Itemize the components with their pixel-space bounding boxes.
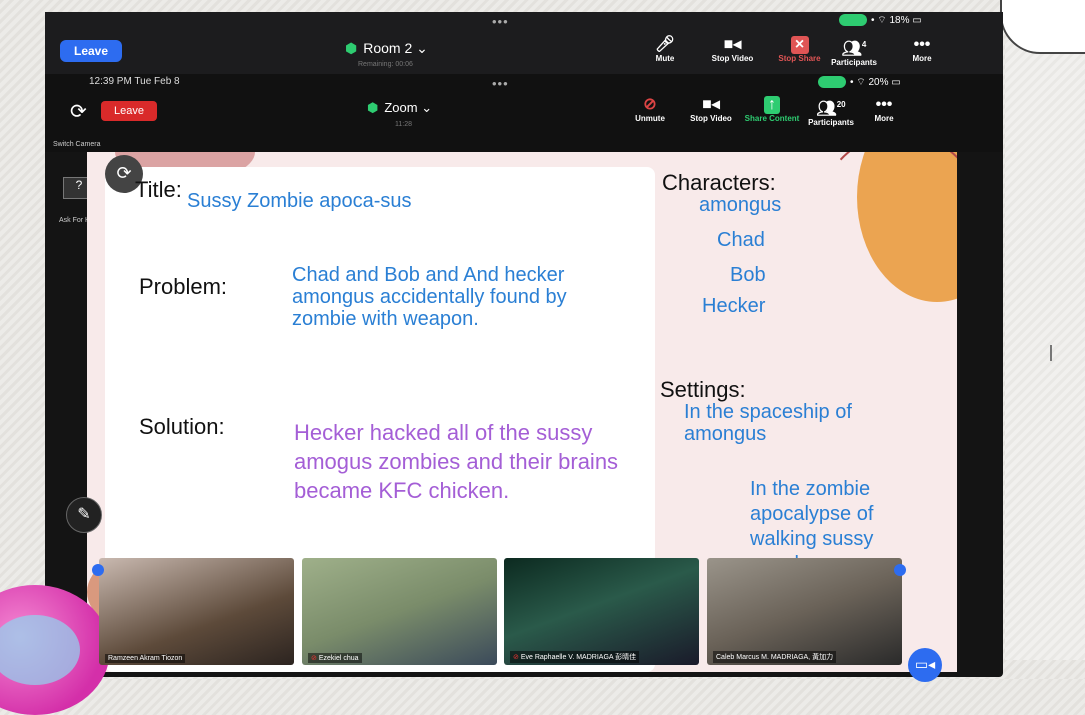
outer-zoom-toolbar: Leave ⬢ Room 2 ⌄ Remaining: 00:06 ••• 🎤︎ M… bbox=[45, 12, 1003, 74]
switch-camera-icon[interactable]: ⟳ bbox=[70, 99, 87, 124]
outer-stop-share-button[interactable]: × Stop Share bbox=[772, 36, 827, 63]
inner-chevron-icon: ⌄ bbox=[421, 100, 433, 115]
room-title[interactable]: ⬢ Room 2 ⌄ bbox=[345, 40, 428, 57]
slide-decoration-line bbox=[813, 152, 957, 326]
meeting-title[interactable]: ⬢ Zoom ⌄ bbox=[367, 100, 432, 116]
outer-mute-button[interactable]: 🎤︎ Mute bbox=[645, 36, 685, 63]
mic-icon: 🎤︎ bbox=[654, 36, 676, 53]
outer-more-button[interactable]: ••• More bbox=[905, 36, 939, 63]
share-up-icon: ↑ bbox=[764, 96, 780, 114]
inner-leave-button[interactable]: Leave bbox=[101, 101, 157, 121]
participant-tile-3[interactable]: ⊘ Eve Raphaelle V. MADRIAGA 彭晴佳 bbox=[504, 558, 699, 665]
more-icon: ••• bbox=[913, 36, 931, 53]
participants-icon: 👥︎4 bbox=[841, 40, 867, 58]
setting-1: In the spaceship of amongus bbox=[684, 401, 852, 445]
inner-shield-icon: ⬢ bbox=[367, 100, 379, 115]
solution-text: Hecker hacked all of the sussy amogus zo… bbox=[294, 420, 619, 503]
mic-muted-icon: ⊘ bbox=[643, 96, 657, 113]
problem-label: Problem: bbox=[139, 274, 228, 299]
story-title: Sussy Zombie apoca-sus bbox=[187, 190, 412, 212]
paper-background bbox=[1005, 40, 1085, 660]
inner-more-dots-icon: ••• bbox=[492, 76, 509, 91]
settings-label: Settings: bbox=[660, 377, 746, 402]
meeting-timer: 11:28 bbox=[395, 121, 412, 128]
participant-strip: Ramzeen Akram Tiozon ⊘ Ezekiel chua ⊘ Ev… bbox=[52, 558, 922, 676]
switch-camera-label: Switch Camera bbox=[53, 141, 101, 148]
inner-more-button[interactable]: ••• More bbox=[869, 96, 899, 123]
inner-zoom-toolbar: 12:39 PM Tue Feb 8 ••• • ⌔ 20% ▭ ⟳ Leave… bbox=[45, 74, 1003, 152]
title-label: Title: bbox=[135, 177, 182, 202]
inner-video-status-pill bbox=[818, 76, 846, 89]
pin-left-icon[interactable] bbox=[92, 564, 104, 576]
participant-tile-1[interactable]: Ramzeen Akram Tiozon bbox=[99, 558, 294, 665]
video-camera-icon: ▭◂ bbox=[914, 656, 936, 672]
inner-video-icon: ■◂ bbox=[702, 96, 720, 113]
outer-participants-button[interactable]: 👥︎4 Participants bbox=[825, 36, 883, 67]
pin-right-icon[interactable] bbox=[894, 564, 906, 576]
chevron-down-icon: ⌄ bbox=[416, 40, 428, 56]
more-dots-icon: ••• bbox=[492, 14, 509, 29]
share-content-button[interactable]: ↑ Share Content bbox=[741, 96, 803, 123]
inner-more-icon: ••• bbox=[875, 96, 893, 113]
participant-name: Ramzeen Akram Tiozon bbox=[105, 654, 186, 663]
share-icon: × bbox=[790, 36, 809, 54]
outer-leave-button[interactable]: Leave bbox=[60, 40, 122, 62]
solution-label: Solution: bbox=[139, 414, 225, 439]
participant-tile-4[interactable]: Caleb Marcus M. MADRIAGA, 黃加力 bbox=[707, 558, 902, 665]
character-1: amongus bbox=[699, 194, 782, 216]
inner-stop-video-button[interactable]: ■◂ Stop Video bbox=[685, 96, 737, 123]
shield-icon: ⬢ bbox=[345, 40, 358, 56]
remaining-time: Remaining: 00:06 bbox=[358, 61, 413, 68]
video-icon: ■◂ bbox=[723, 36, 742, 53]
outer-battery: • ⌔ 18% ▭ bbox=[839, 14, 922, 27]
mic-muted-icon: ⊘ bbox=[311, 655, 317, 662]
annotate-pen-button[interactable]: ✎ bbox=[66, 497, 102, 533]
character-2: Chad bbox=[717, 229, 765, 251]
pen-icon: ✎ bbox=[77, 506, 91, 523]
participant-name: Caleb Marcus M. MADRIAGA, 黃加力 bbox=[713, 651, 837, 663]
video-status-pill bbox=[839, 14, 867, 27]
unmute-button[interactable]: ⊘ Unmute bbox=[630, 96, 670, 123]
device-edge bbox=[1050, 345, 1052, 361]
participant-tile-2[interactable]: ⊘ Ezekiel chua bbox=[302, 558, 497, 665]
characters-label: Characters: bbox=[662, 170, 776, 195]
character-3: Bob bbox=[730, 264, 766, 286]
outer-stop-video-button[interactable]: ■◂ Stop Video bbox=[705, 36, 760, 63]
mic-muted-icon: ⊘ bbox=[513, 654, 519, 661]
inner-participants-icon: 👥︎20 bbox=[816, 100, 846, 118]
inner-status-time: 12:39 PM Tue Feb 8 bbox=[89, 76, 180, 87]
participant-name: ⊘ Eve Raphaelle V. MADRIAGA 彭晴佳 bbox=[510, 651, 640, 663]
problem-text: Chad and Bob and And hecker amongus acci… bbox=[292, 264, 567, 330]
character-4: Hecker bbox=[702, 295, 766, 317]
participant-name: ⊘ Ezekiel chua bbox=[308, 653, 362, 663]
inner-participants-button[interactable]: 👥︎20 Participants bbox=[803, 96, 859, 127]
floating-camera-button[interactable]: ▭◂ bbox=[908, 648, 942, 682]
inner-battery: • ⌔ 20% ▭ bbox=[818, 76, 901, 89]
